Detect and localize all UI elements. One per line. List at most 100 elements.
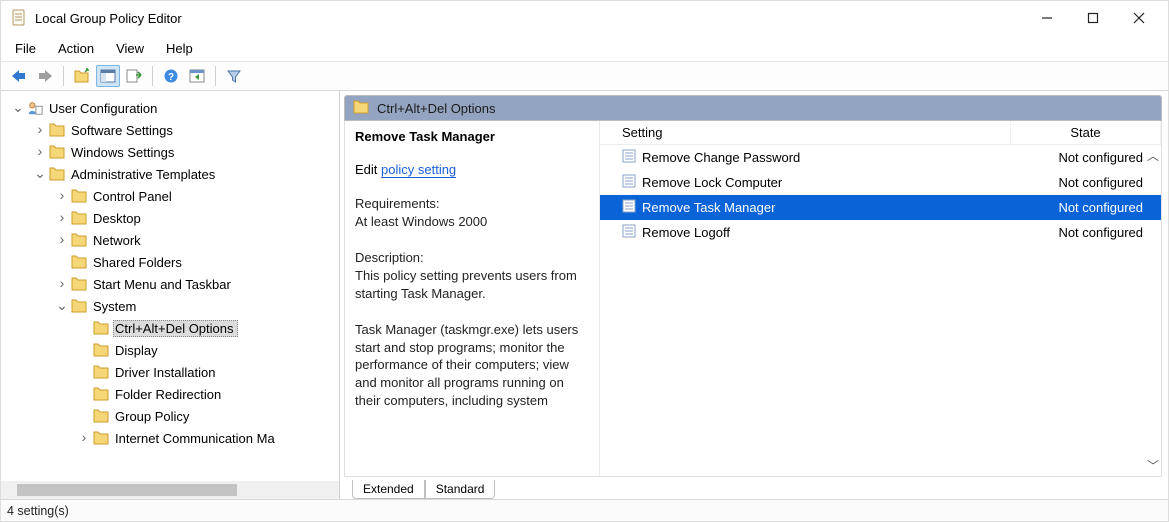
- toolbar-separator: [63, 66, 64, 86]
- details-panel: Ctrl+Alt+Del Options Remove Task Manager…: [340, 91, 1168, 499]
- toolbar-separator: [152, 66, 153, 86]
- tab-standard[interactable]: Standard: [425, 480, 496, 499]
- svg-text:?: ?: [168, 72, 174, 83]
- tree-root[interactable]: User Configuration: [5, 97, 339, 119]
- expand-icon[interactable]: [55, 231, 69, 247]
- menubar: File Action View Help: [1, 35, 1168, 61]
- tree-item[interactable]: Software Settings: [5, 119, 339, 141]
- tree[interactable]: User Configuration Software Settings Wind…: [1, 91, 339, 481]
- user-config-icon: [27, 100, 43, 116]
- description-label: Description:: [355, 249, 587, 267]
- list-header: Setting State: [600, 121, 1161, 145]
- expand-icon[interactable]: [77, 429, 91, 445]
- setting-row[interactable]: Remove LogoffNot configured: [600, 220, 1161, 245]
- tree-label: Shared Folders: [91, 254, 186, 271]
- description-block: Requirements: At least Windows 2000 Desc…: [355, 195, 587, 410]
- description-column: Remove Task Manager Edit policy setting …: [345, 121, 600, 476]
- expand-icon[interactable]: [55, 187, 69, 203]
- tree-label: Display: [113, 342, 162, 359]
- view-tabs: Extended Standard: [344, 477, 1162, 499]
- tree-label: Control Panel: [91, 188, 176, 205]
- policy-icon: [622, 149, 636, 166]
- column-state[interactable]: State: [1011, 121, 1161, 144]
- expand-icon[interactable]: [33, 143, 47, 159]
- maximize-button[interactable]: [1070, 3, 1116, 33]
- folder-icon: [71, 210, 87, 226]
- tree-horizontal-scrollbar[interactable]: [1, 481, 339, 499]
- folder-icon: [49, 166, 65, 182]
- menu-action[interactable]: Action: [54, 39, 98, 58]
- setting-state: Not configured: [1011, 175, 1161, 190]
- tree-item[interactable]: Administrative Templates: [5, 163, 339, 185]
- tree-item[interactable]: Ctrl+Alt+Del Options: [5, 317, 339, 339]
- tree-panel: User Configuration Software Settings Wind…: [1, 91, 340, 499]
- tab-extended[interactable]: Extended: [352, 480, 425, 499]
- tree-item[interactable]: Network: [5, 229, 339, 251]
- details-header: Ctrl+Alt+Del Options: [344, 95, 1162, 121]
- tree-label: Administrative Templates: [69, 166, 219, 183]
- tree-item[interactable]: Shared Folders: [5, 251, 339, 273]
- tree-item[interactable]: Folder Redirection: [5, 383, 339, 405]
- folder-icon: [49, 144, 65, 160]
- show-tree-button[interactable]: [96, 65, 120, 87]
- setting-row[interactable]: Remove Lock ComputerNot configured: [600, 170, 1161, 195]
- help-button[interactable]: ?: [159, 65, 183, 87]
- tree-label: Windows Settings: [69, 144, 178, 161]
- folder-icon: [49, 122, 65, 138]
- tree-item[interactable]: Group Policy: [5, 405, 339, 427]
- requirements-value: At least Windows 2000: [355, 213, 587, 231]
- folder-icon: [93, 386, 109, 402]
- collapse-icon[interactable]: [55, 297, 69, 314]
- filter-button[interactable]: [222, 65, 246, 87]
- scroll-up-icon[interactable]: ︿: [1147, 147, 1159, 164]
- details-header-label: Ctrl+Alt+Del Options: [377, 101, 496, 116]
- expand-icon[interactable]: [55, 209, 69, 225]
- tree-item[interactable]: Desktop: [5, 207, 339, 229]
- edit-policy-link[interactable]: policy setting: [381, 162, 456, 178]
- tree-item[interactable]: Display: [5, 339, 339, 361]
- column-setting[interactable]: Setting: [600, 121, 1011, 144]
- folder-icon: [71, 188, 87, 204]
- tree-item[interactable]: Driver Installation: [5, 361, 339, 383]
- minimize-button[interactable]: [1024, 3, 1070, 33]
- forward-button[interactable]: [33, 65, 57, 87]
- back-button[interactable]: [7, 65, 31, 87]
- menu-view[interactable]: View: [112, 39, 148, 58]
- up-button[interactable]: [70, 65, 94, 87]
- setting-state: Not configured: [1011, 225, 1161, 240]
- policy-icon: [622, 199, 636, 216]
- description-body-2: Task Manager (taskmgr.exe) lets users st…: [355, 321, 587, 411]
- menu-file[interactable]: File: [11, 39, 40, 58]
- policy-icon: [622, 174, 636, 191]
- expand-icon[interactable]: [55, 275, 69, 291]
- scroll-down-icon[interactable]: ﹀: [1147, 457, 1159, 474]
- tree-label: Desktop: [91, 210, 145, 227]
- tree-item[interactable]: Internet Communication Ma: [5, 427, 339, 449]
- tree-item[interactable]: Control Panel: [5, 185, 339, 207]
- toolbar-separator: [215, 66, 216, 86]
- close-button[interactable]: [1116, 3, 1162, 33]
- list-rows[interactable]: ︿ ﹀ Remove Change PasswordNot configured…: [600, 145, 1161, 476]
- menu-help[interactable]: Help: [162, 39, 197, 58]
- setting-name: Remove Task Manager: [642, 200, 775, 215]
- edit-line: Edit policy setting: [355, 162, 587, 177]
- action-button[interactable]: [185, 65, 209, 87]
- scrollbar-thumb[interactable]: [17, 484, 237, 496]
- settings-list: Setting State ︿ ﹀ Remove Change Password…: [600, 121, 1161, 476]
- selected-policy-title: Remove Task Manager: [355, 129, 587, 144]
- tree-item[interactable]: Windows Settings: [5, 141, 339, 163]
- folder-icon: [71, 298, 87, 314]
- tree-item[interactable]: Start Menu and Taskbar: [5, 273, 339, 295]
- tree-item[interactable]: System: [5, 295, 339, 317]
- setting-row[interactable]: Remove Task ManagerNot configured: [600, 195, 1161, 220]
- expand-icon[interactable]: [11, 99, 25, 116]
- window-title: Local Group Policy Editor: [35, 11, 1024, 26]
- folder-icon: [71, 276, 87, 292]
- expand-icon[interactable]: [33, 121, 47, 137]
- collapse-icon[interactable]: [33, 165, 47, 182]
- export-button[interactable]: [122, 65, 146, 87]
- folder-icon: [93, 342, 109, 358]
- folder-icon: [93, 364, 109, 380]
- setting-row[interactable]: Remove Change PasswordNot configured: [600, 145, 1161, 170]
- tree-label: User Configuration: [47, 100, 161, 117]
